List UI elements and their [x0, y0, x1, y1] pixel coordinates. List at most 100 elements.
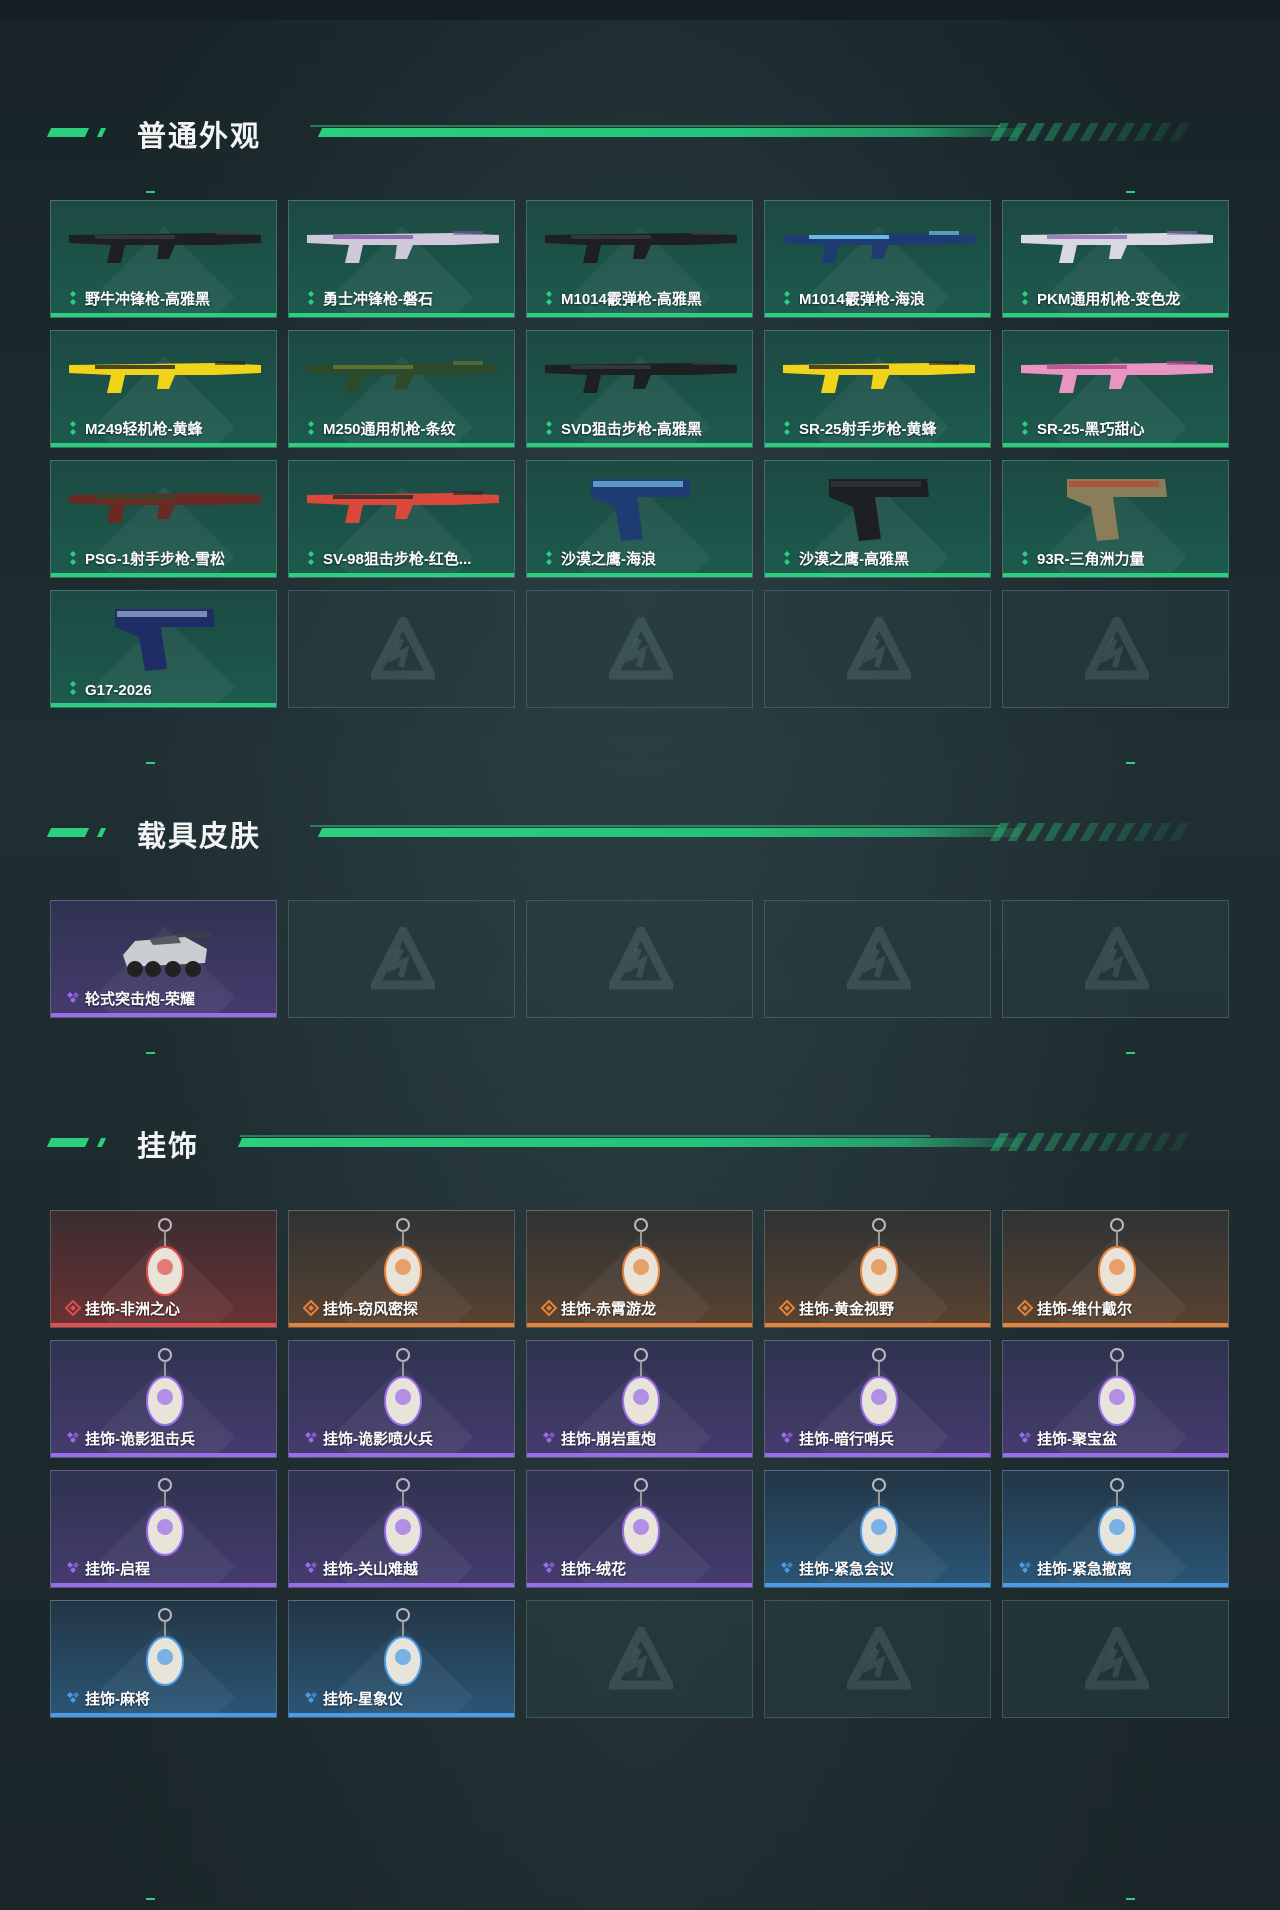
delta-logo-icon	[847, 617, 911, 680]
rarity-bar	[289, 443, 514, 447]
rarity-icon	[70, 421, 76, 435]
header-checker	[989, 823, 1196, 841]
item-card[interactable]: SV-98狙击步枪-红色...	[288, 460, 515, 578]
section-charms: 挂饰 挂饰-非洲之心 挂饰-窃风密探 挂饰-赤霄游龙 挂饰-黄金视野 挂饰-维什戴尔 挂饰…	[0, 1115, 1280, 1815]
item-card[interactable]: SR-25射手步枪-黄蜂	[764, 330, 991, 448]
empty-slot	[526, 590, 753, 708]
item-label: 挂饰-诡影喷火兵	[323, 1431, 433, 1448]
empty-slot	[1002, 900, 1229, 1018]
rarity-bar	[765, 313, 990, 317]
empty-slot	[1002, 590, 1229, 708]
item-card[interactable]: 挂饰-紧急撤离	[1002, 1470, 1229, 1588]
rarity-bar	[51, 703, 276, 707]
charm-icon	[373, 1215, 433, 1310]
top-bar	[0, 0, 1280, 20]
item-card[interactable]: 挂饰-聚宝盆	[1002, 1340, 1229, 1458]
header-mark	[96, 1138, 107, 1147]
item-card[interactable]: 沙漠之鹰-高雅黑	[764, 460, 991, 578]
item-card[interactable]: 挂饰-诡影狙击兵	[50, 1340, 277, 1458]
item-card[interactable]: 挂饰-黄金视野	[764, 1210, 991, 1328]
item-card[interactable]: 挂饰-诡影喷火兵	[288, 1340, 515, 1458]
item-card[interactable]: 野牛冲锋枪-高雅黑	[50, 200, 277, 318]
rarity-bar	[527, 1583, 752, 1587]
marksman-rifle-hornet-icon	[779, 343, 979, 408]
corner-tick	[146, 191, 155, 193]
item-card[interactable]: M1014霰弹枪-海浪	[764, 200, 991, 318]
section-weapon-skins: 普通外观 野牛冲锋枪-高雅黑 勇士冲锋枪-磐石 M1014霰弹枪-高雅黑 M1014霰…	[0, 105, 1280, 765]
item-label: M249轻机枪-黄蜂	[85, 421, 203, 438]
item-card[interactable]: SR-25-黑巧甜心	[1002, 330, 1229, 448]
item-card[interactable]: 挂饰-赤霄游龙	[526, 1210, 753, 1328]
lmg-hornet-icon	[65, 343, 265, 408]
rarity-icon	[308, 291, 314, 305]
item-card[interactable]: 93R-三角洲力量	[1002, 460, 1229, 578]
item-card[interactable]: PKM通用机枪-变色龙	[1002, 200, 1229, 318]
shotgun-wave-icon	[779, 213, 979, 278]
item-card[interactable]: 挂饰-非洲之心	[50, 1210, 277, 1328]
section-header: 载具皮肤	[0, 805, 1280, 855]
charm-icon	[849, 1215, 909, 1310]
item-card[interactable]: M250通用机枪-条纹	[288, 330, 515, 448]
rarity-icon	[1017, 1300, 1033, 1316]
charm-icon	[373, 1475, 433, 1570]
item-label: 挂饰-窃风密探	[323, 1301, 418, 1318]
item-label: 挂饰-启程	[85, 1561, 150, 1578]
rarity-icon	[305, 1562, 317, 1573]
item-card[interactable]: 挂饰-维什戴尔	[1002, 1210, 1229, 1328]
item-card[interactable]: 挂饰-麻将	[50, 1600, 277, 1718]
rarity-bar	[51, 573, 276, 577]
rarity-bar	[51, 443, 276, 447]
marksman-rifle-pink-icon	[1017, 343, 1217, 408]
rarity-icon	[70, 681, 76, 695]
corner-tick	[1126, 191, 1135, 193]
shotgun-black-icon	[541, 213, 741, 278]
item-card[interactable]: 勇士冲锋枪-磐石	[288, 200, 515, 318]
rarity-icon	[67, 1562, 79, 1573]
item-card[interactable]: 挂饰-启程	[50, 1470, 277, 1588]
rarity-icon	[1022, 421, 1028, 435]
rarity-bar	[289, 1323, 514, 1327]
item-card[interactable]: 挂饰-崩岩重炮	[526, 1340, 753, 1458]
rarity-bar	[51, 1713, 276, 1717]
rarity-icon	[546, 291, 552, 305]
item-card[interactable]: SVD狙击步枪-高雅黑	[526, 330, 753, 448]
header-line	[237, 1138, 1023, 1147]
smg-black-icon	[65, 213, 265, 278]
item-label: 野牛冲锋枪-高雅黑	[85, 291, 210, 308]
armored-vehicle-icon	[115, 915, 215, 990]
item-label: 挂饰-诡影狙击兵	[85, 1431, 195, 1448]
item-label: SR-25-黑巧甜心	[1037, 421, 1145, 438]
item-card[interactable]: 轮式突击炮-荣耀	[50, 900, 277, 1018]
item-card[interactable]: 挂饰-绒花	[526, 1470, 753, 1588]
item-card[interactable]: 挂饰-暗行哨兵	[764, 1340, 991, 1458]
item-label: 挂饰-暗行哨兵	[799, 1431, 894, 1448]
item-card[interactable]: 挂饰-紧急会议	[764, 1470, 991, 1588]
rarity-bar	[51, 1013, 276, 1017]
item-card[interactable]: 挂饰-星象仪	[288, 1600, 515, 1718]
item-card[interactable]: PSG-1射手步枪-雪松	[50, 460, 277, 578]
charm-icon	[849, 1345, 909, 1440]
item-card[interactable]: M249轻机枪-黄蜂	[50, 330, 277, 448]
rarity-icon	[781, 1432, 793, 1443]
item-card[interactable]: G17-2026	[50, 590, 277, 708]
rarity-icon	[70, 291, 76, 305]
rarity-icon	[543, 1432, 555, 1443]
item-label: 93R-三角洲力量	[1037, 551, 1145, 568]
item-card[interactable]: M1014霰弹枪-高雅黑	[526, 200, 753, 318]
item-label: M1014霰弹枪-海浪	[799, 291, 925, 308]
item-label: 勇士冲锋枪-磐石	[323, 291, 433, 308]
charm-icon	[611, 1475, 671, 1570]
item-label: 挂饰-崩岩重炮	[561, 1431, 656, 1448]
delta-logo-icon	[609, 617, 673, 680]
rarity-bar	[1003, 1323, 1228, 1327]
header-line	[240, 1135, 930, 1137]
item-card[interactable]: 挂饰-关山难越	[288, 1470, 515, 1588]
rarity-bar	[527, 1323, 752, 1327]
item-label: 挂饰-绒花	[561, 1561, 626, 1578]
item-label: 挂饰-紧急撤离	[1037, 1561, 1132, 1578]
item-card[interactable]: 沙漠之鹰-海浪	[526, 460, 753, 578]
item-label: 挂饰-赤霄游龙	[561, 1301, 656, 1318]
item-card[interactable]: 挂饰-窃风密探	[288, 1210, 515, 1328]
charm-icon	[611, 1215, 671, 1310]
item-label: 轮式突击炮-荣耀	[85, 991, 195, 1008]
